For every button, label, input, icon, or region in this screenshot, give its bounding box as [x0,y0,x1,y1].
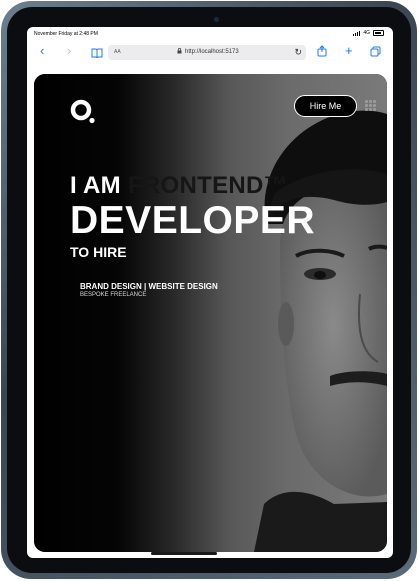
home-indicator[interactable] [151,552,217,555]
chevron-left-icon[interactable]: ‹ [40,44,44,58]
hero-heading-line1: I AM FRONTEND™ [70,172,288,200]
hero-heading-line3: TO HIRE [70,244,127,260]
grid-menu-icon[interactable] [365,100,376,111]
text-size-button[interactable]: AA [114,49,121,55]
plus-icon[interactable]: + [345,44,353,58]
tablet-frame: November Friday at 2:48 PM 4G ‹ › AA htt… [1,1,417,579]
front-camera [214,17,219,22]
tabs-icon[interactable] [370,46,381,60]
reload-icon[interactable]: ↻ [294,47,302,58]
address-bar[interactable]: AA http://localhost:5173 ↻ [108,45,306,60]
battery-icon [373,30,384,36]
hero-heading-prefix: I AM [70,172,121,199]
hero-heading-line2: DEVELOPER [70,199,316,242]
status-time: November Friday at 2:48 PM [34,31,98,37]
site-logo[interactable] [70,99,96,125]
hero-services: BRAND DESIGN | WEBSITE DESIGN [80,282,218,291]
signal-icon [353,30,361,36]
website-viewport: Hire Me I AM FRONTEND™ DEVELOPER TO HIRE… [34,74,387,552]
status-bar: November Friday at 2:48 PM 4G [27,27,393,41]
hero-portrait-background [34,74,387,552]
url-text: http://localhost:5173 [185,49,239,55]
lock-icon [177,48,182,56]
hero-tagline: BESPOKE FREELANCE [80,292,147,298]
status-indicators: 4G [353,30,384,36]
hero-heading-accent: FRONTEND™ [127,172,288,199]
network-label: 4G [363,30,370,36]
share-icon[interactable] [317,45,327,60]
chevron-right-icon[interactable]: › [67,44,71,58]
hire-me-button[interactable]: Hire Me [294,95,357,117]
browser-toolbar: ‹ › AA http://localhost:5173 ↻ + [27,41,393,65]
screen: November Friday at 2:48 PM 4G ‹ › AA htt… [27,27,393,558]
book-icon[interactable] [91,47,103,61]
